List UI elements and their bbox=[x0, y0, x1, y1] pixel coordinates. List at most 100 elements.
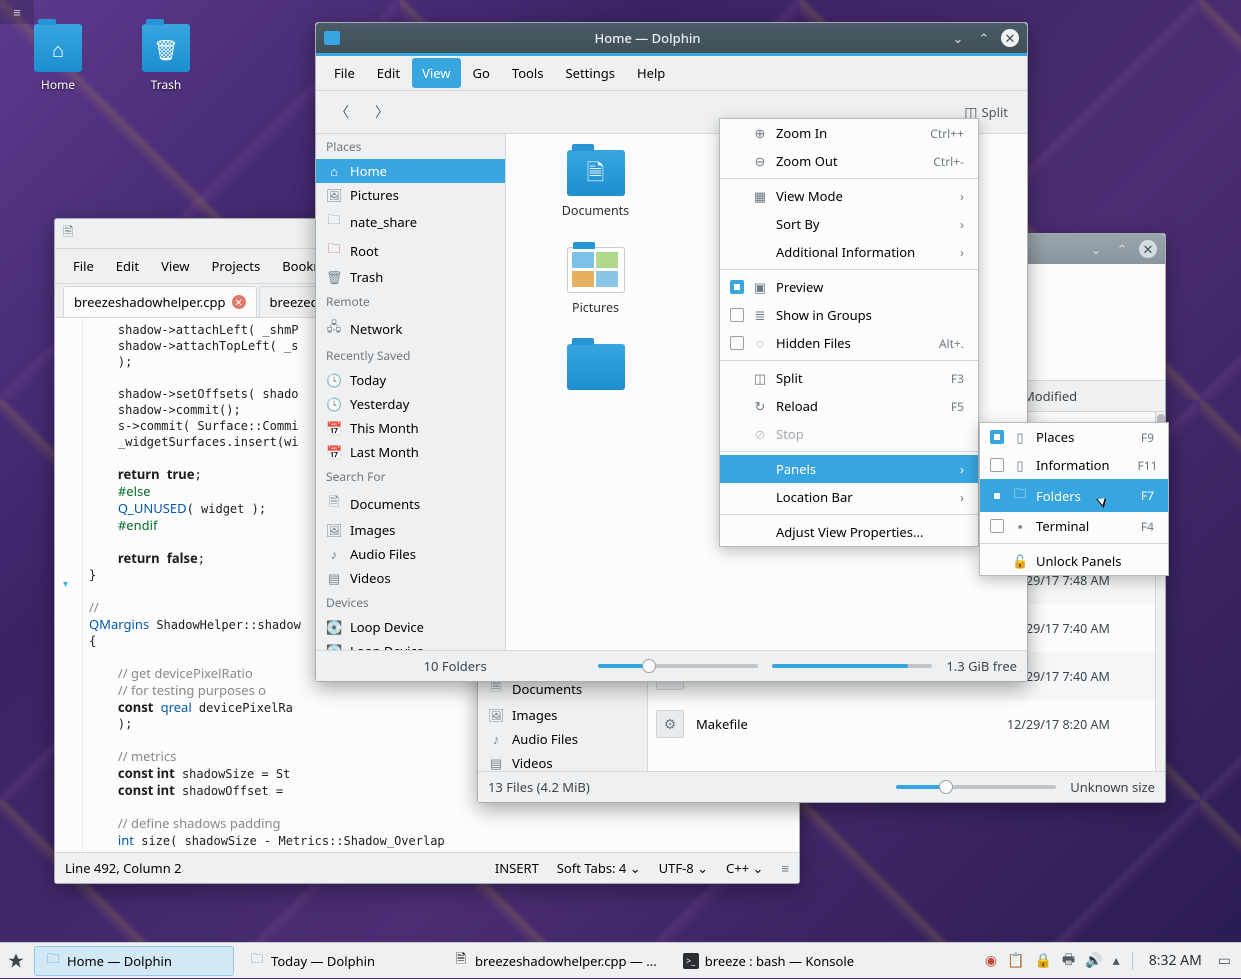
maximize-icon[interactable]: ⌃ bbox=[975, 29, 993, 47]
reload-icon: ↻ bbox=[752, 397, 768, 415]
fold-marker-icon[interactable]: ▾ bbox=[63, 576, 68, 590]
sidebar-item-network[interactable]: 🖧Network bbox=[316, 314, 505, 343]
app-launcher-button[interactable] bbox=[0, 943, 32, 979]
tab-breezeshadowhelper[interactable]: breezeshadowhelper.cpp ✕ bbox=[63, 286, 257, 317]
places-header: Places bbox=[316, 134, 505, 159]
sidebar-item-trash[interactable]: 🗑Trash bbox=[316, 265, 505, 289]
menu-split[interactable]: ◫SplitF3 bbox=[720, 364, 978, 392]
desktop-icon-home[interactable]: ⌂ Home bbox=[18, 24, 98, 93]
menu-edit[interactable]: Edit bbox=[367, 58, 410, 88]
tab-mode[interactable]: Soft Tabs: 4 ⌄ bbox=[557, 859, 641, 877]
panel-folders[interactable]: 🗀FoldersF7 bbox=[980, 479, 1168, 512]
menu-help[interactable]: Help bbox=[627, 58, 675, 88]
stop-icon: ⊘ bbox=[752, 425, 768, 443]
menu-sort-by[interactable]: Sort By› bbox=[720, 210, 978, 238]
close-icon[interactable]: ✕ bbox=[1001, 29, 1019, 47]
menu-preview[interactable]: ▣Preview bbox=[720, 273, 978, 301]
task-dolphin-today[interactable]: 🗀Today — Dolphin bbox=[238, 946, 438, 976]
sidebar-item-audio[interactable]: ♪Audio Files bbox=[478, 727, 647, 751]
sidebar-item-loop1[interactable]: 💽Loop Device bbox=[316, 615, 505, 639]
clock[interactable]: 8:32 AM bbox=[1145, 951, 1202, 970]
update-icon[interactable]: ◉ bbox=[985, 951, 997, 970]
tray-expand-icon[interactable]: ▴ bbox=[1113, 951, 1120, 970]
sidebar-item-documents[interactable]: 🗎Documents bbox=[316, 489, 505, 518]
panel-unlock[interactable]: 🔓Unlock Panels bbox=[980, 547, 1168, 575]
desktop-icon-trash[interactable]: 🗑 Trash bbox=[126, 24, 206, 93]
cursor-position: Line 492, Column 2 bbox=[65, 859, 182, 877]
folder-partial[interactable] bbox=[514, 344, 677, 390]
show-desktop-icon[interactable]: ▭ bbox=[1218, 951, 1231, 970]
menu-location-bar[interactable]: Location Bar› bbox=[720, 483, 978, 511]
menu-panels[interactable]: Panels› bbox=[720, 455, 978, 483]
back-button[interactable]: 〈 bbox=[326, 97, 358, 127]
folder-icon bbox=[324, 31, 340, 45]
encoding[interactable]: UTF-8 ⌄ bbox=[659, 859, 708, 877]
home-icon: ⌂ bbox=[52, 36, 64, 63]
zoom-slider[interactable] bbox=[896, 785, 1056, 789]
menu-adjust-view[interactable]: Adjust View Properties... bbox=[720, 518, 978, 546]
gutter[interactable]: ▾ bbox=[55, 318, 83, 852]
zoom-out-icon: ⊖ bbox=[752, 152, 768, 170]
maximize-icon[interactable]: ⌃ bbox=[1113, 240, 1131, 258]
folder-documents[interactable]: 🗎Documents bbox=[514, 150, 677, 219]
panel-information[interactable]: ▯InformationF11 bbox=[980, 451, 1168, 479]
sidebar-item-lastmonth[interactable]: 📅Last Month bbox=[316, 440, 505, 464]
sidebar-item-yesterday[interactable]: 🕓Yesterday bbox=[316, 392, 505, 416]
minimize-icon[interactable]: ⌄ bbox=[1087, 240, 1105, 258]
task-dolphin-home[interactable]: 🗀Home — Dolphin bbox=[34, 946, 234, 976]
sidebar-item-today[interactable]: 🕓Today bbox=[316, 368, 505, 392]
sidebar-item-videos[interactable]: ▤Videos bbox=[316, 566, 505, 590]
dolphin-statusbar: 10 Folders 1.3 GiB free bbox=[316, 650, 1027, 681]
preview-icon: ▣ bbox=[752, 278, 768, 296]
sidebar-item-loop2[interactable]: 💽Loop Device bbox=[316, 639, 505, 650]
sidebar-item-audio[interactable]: ♪Audio Files bbox=[316, 542, 505, 566]
menu-file[interactable]: File bbox=[324, 58, 365, 88]
menu-additional[interactable]: Additional Information› bbox=[720, 238, 978, 266]
language[interactable]: C++ ⌄ bbox=[726, 859, 763, 877]
minimize-icon[interactable]: ⌄ bbox=[949, 29, 967, 47]
checkbox-icon bbox=[990, 458, 1004, 472]
panel-terminal[interactable]: ▪TerminalF4 bbox=[980, 512, 1168, 540]
menu-go[interactable]: Go bbox=[463, 58, 500, 88]
grid-icon: ▦ bbox=[752, 187, 768, 205]
sidebar-item-nateshare[interactable]: 🗀nate_share bbox=[316, 207, 505, 236]
task-konsole[interactable]: >_breeze : bash — Konsole bbox=[672, 946, 872, 976]
menu-icon[interactable]: ≡ bbox=[781, 859, 789, 877]
lock-icon[interactable]: 🔒 bbox=[1035, 951, 1052, 970]
sidebar-item-images[interactable]: 🖼Images bbox=[478, 703, 647, 727]
col-modified[interactable]: Modified bbox=[1015, 381, 1165, 411]
forward-button[interactable]: 〉 bbox=[366, 97, 398, 127]
menu-projects[interactable]: Projects bbox=[202, 251, 271, 281]
close-icon[interactable]: ✕ bbox=[1139, 240, 1157, 258]
menu-zoom-in[interactable]: ⊕Zoom InCtrl++ bbox=[720, 119, 978, 147]
zoom-slider[interactable] bbox=[598, 664, 758, 668]
task-kate[interactable]: 🗎breezeshadowhelper.cpp — ... bbox=[442, 946, 668, 976]
application-menu-button[interactable]: ≡ bbox=[0, 0, 34, 24]
menu-hidden-files[interactable]: ◌Hidden FilesAlt+. bbox=[720, 329, 978, 357]
panel-places[interactable]: ▯PlacesF9 bbox=[980, 423, 1168, 451]
menu-view[interactable]: View bbox=[151, 251, 199, 281]
folder-pictures[interactable]: Pictures bbox=[514, 247, 677, 316]
menu-settings[interactable]: Settings bbox=[556, 58, 625, 88]
volume-icon[interactable]: 🔊 bbox=[1085, 951, 1102, 970]
clipboard-icon[interactable]: 📋 bbox=[1007, 951, 1024, 970]
menu-view[interactable]: View bbox=[412, 58, 460, 88]
menu-tools[interactable]: Tools bbox=[502, 58, 554, 88]
dolphin-titlebar[interactable]: Home — Dolphin ⌄ ⌃ ✕ bbox=[316, 23, 1027, 53]
menu-reload[interactable]: ↻ReloadF5 bbox=[720, 392, 978, 420]
menu-file[interactable]: File bbox=[63, 251, 104, 281]
menu-edit[interactable]: Edit bbox=[106, 251, 149, 281]
submenu-arrow-icon: › bbox=[960, 187, 964, 205]
sidebar-item-pictures[interactable]: 🖼Pictures bbox=[316, 183, 505, 207]
menu-view-mode[interactable]: ▦View Mode› bbox=[720, 182, 978, 210]
list-item[interactable]: ⚙Makefile12/29/17 8:20 AM bbox=[648, 700, 1165, 748]
sidebar-item-videos[interactable]: ▤Videos bbox=[478, 751, 647, 771]
sidebar-item-images[interactable]: 🖼Images bbox=[316, 518, 505, 542]
menu-show-groups[interactable]: ≣Show in Groups bbox=[720, 301, 978, 329]
tab-close-icon[interactable]: ✕ bbox=[232, 295, 246, 309]
sidebar-item-root[interactable]: 🗀Root bbox=[316, 236, 505, 265]
sidebar-item-thismonth[interactable]: 📅This Month bbox=[316, 416, 505, 440]
sidebar-item-home[interactable]: ⌂Home bbox=[316, 159, 505, 183]
menu-zoom-out[interactable]: ⊖Zoom OutCtrl+- bbox=[720, 147, 978, 175]
printer-icon[interactable]: 🖶 bbox=[1062, 949, 1075, 973]
